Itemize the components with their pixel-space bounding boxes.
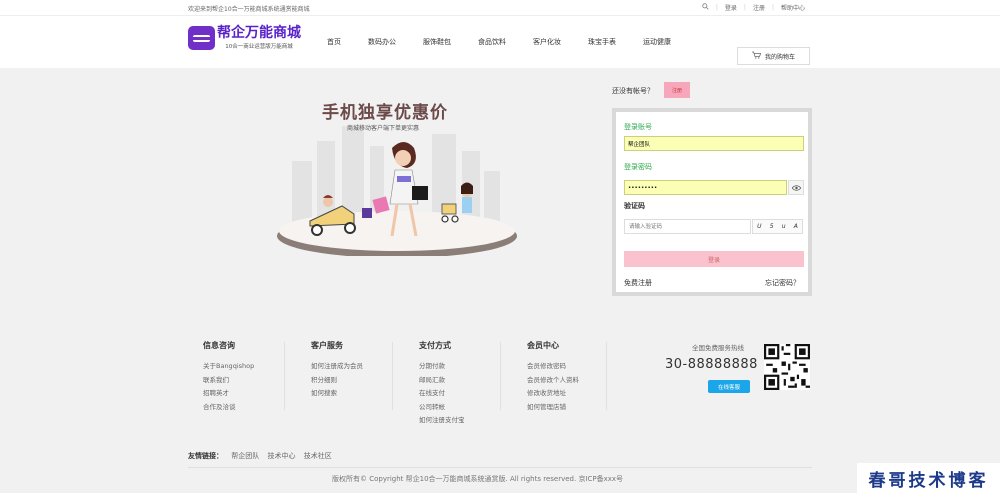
friend-link[interactable]: 帮企团队 xyxy=(231,452,259,460)
header: 帮企万能商城 10合一商业运营版万能商城 首页 数码办公 服饰鞋包 食品饮料 客… xyxy=(0,16,1000,69)
copyright: 版权所有© Copyright 帮企10合一万能商城系统通赏版. All rig… xyxy=(332,475,624,483)
footer-link[interactable]: 会员修改个人资料 xyxy=(527,374,622,388)
account-input[interactable] xyxy=(624,136,804,151)
divider: | xyxy=(771,4,774,11)
logo[interactable]: 帮企万能商城 10合一商业运营版万能商城 xyxy=(188,26,301,50)
footer-column-member: 会员中心 会员修改密码 会员修改个人资料 修改收货地址 如何管理店铺 xyxy=(527,340,622,414)
friend-link[interactable]: 技术中心 xyxy=(267,452,295,460)
qr-code-icon xyxy=(764,344,810,390)
footer-link[interactable]: 会员修改密码 xyxy=(527,360,622,374)
nav-item-jewelry[interactable]: 珠宝手表 xyxy=(588,37,616,47)
cart-icon xyxy=(751,51,762,61)
nav-item-food[interactable]: 食品饮料 xyxy=(478,37,506,47)
captcha-char: U xyxy=(757,223,762,230)
footer-divider-line xyxy=(188,467,812,468)
footer-link[interactable]: 如何管理店铺 xyxy=(527,401,622,415)
cart-label: 我的购物车 xyxy=(764,53,795,61)
logo-tagline: 10合一商业运营版万能商城 xyxy=(225,44,293,50)
main-nav: 首页 数码办公 服饰鞋包 食品饮料 客户化妆 珠宝手表 运动健康 xyxy=(327,37,698,47)
nav-item-apparel[interactable]: 服饰鞋包 xyxy=(423,37,451,47)
friend-links: 友情链接： 帮企团队 技术中心 技术社区 xyxy=(188,451,338,461)
captcha-char: A xyxy=(793,223,798,230)
footer-divider xyxy=(392,342,393,410)
logo-name: 帮企万能商城 xyxy=(217,25,301,41)
top-register-link[interactable]: 注册 xyxy=(753,3,765,12)
nav-item-sports[interactable]: 运动健康 xyxy=(643,37,671,47)
footer-divider xyxy=(606,342,607,410)
logo-icon xyxy=(188,26,215,50)
divider: | xyxy=(743,4,746,11)
password-label: 登录密码 xyxy=(624,163,652,171)
footer-divider xyxy=(500,342,501,410)
register-button[interactable]: 注册 xyxy=(664,82,690,98)
main-area: 手机独享优惠价 商城移动客户端下单更实惠 还没有帐号？ 注册 登录账号 登录密码… xyxy=(0,68,1000,324)
show-password-icon[interactable] xyxy=(788,180,804,195)
nav-item-home[interactable]: 首页 xyxy=(327,37,341,47)
promo-banner[interactable]: 手机独享优惠价 商城移动客户端下单更实惠 xyxy=(262,86,532,258)
nav-item-digital-office[interactable]: 数码办公 xyxy=(368,37,396,47)
friend-links-label: 友情链接： xyxy=(188,452,223,460)
top-links: | 登录 | 注册 | 帮助中心 xyxy=(702,3,805,12)
welcome-text: 欢迎来到帮企10合一万能商城系统通赏能商城 xyxy=(188,6,310,13)
online-service-button[interactable]: 在线客服 xyxy=(708,380,750,393)
top-login-link[interactable]: 登录 xyxy=(725,3,737,12)
account-label: 登录账号 xyxy=(624,123,652,131)
captcha-label: 验证码 xyxy=(624,202,645,210)
footer-divider xyxy=(284,342,285,410)
footer-link[interactable]: 如何注册支付宝 xyxy=(419,414,514,428)
login-button[interactable]: 登录 xyxy=(624,251,804,267)
no-account-hint: 还没有帐号？ xyxy=(612,87,654,95)
nav-item-cosmetics[interactable]: 客户化妆 xyxy=(533,37,561,47)
friend-link[interactable]: 技术社区 xyxy=(304,452,332,460)
cart-button[interactable]: 我的购物车 xyxy=(737,47,810,65)
password-input[interactable] xyxy=(624,180,787,195)
hotline-label: 全国免费服务热线 xyxy=(692,344,744,352)
captcha-char: u xyxy=(781,223,786,230)
divider: | xyxy=(715,4,718,11)
captcha-image[interactable]: U 5 u A xyxy=(752,219,803,234)
login-form: 登录账号 登录密码 验证码 U 5 u A 登录 免费注册 忘记密码？ xyxy=(612,108,812,296)
promo-subtitle: 商城移动客户端下单更实惠 xyxy=(347,125,420,132)
footer-column-title: 会员中心 xyxy=(527,341,559,350)
captcha-char: 5 xyxy=(769,223,774,230)
help-center-link[interactable]: 帮助中心 xyxy=(781,3,805,12)
forgot-password-link[interactable]: 忘记密码？ xyxy=(765,278,800,288)
top-bar: 欢迎来到帮企10合一万能商城系统通赏能商城 | 登录 | 注册 | 帮助中心 xyxy=(0,0,1000,16)
free-register-link[interactable]: 免费注册 xyxy=(624,278,652,288)
promo-title: 手机独享优惠价 xyxy=(322,103,448,123)
hotline-number: 30-88888888 xyxy=(665,357,758,372)
watermark: 春哥技术博客 xyxy=(857,463,1000,493)
footer: 信息咨询 关于Bangqishop 联系我们 招聘英才 合作及洽谈 客户服务 如… xyxy=(0,324,1000,493)
search-icon[interactable] xyxy=(702,3,709,12)
footer-link[interactable]: 修改收货地址 xyxy=(527,387,622,401)
captcha-input[interactable] xyxy=(624,219,751,234)
